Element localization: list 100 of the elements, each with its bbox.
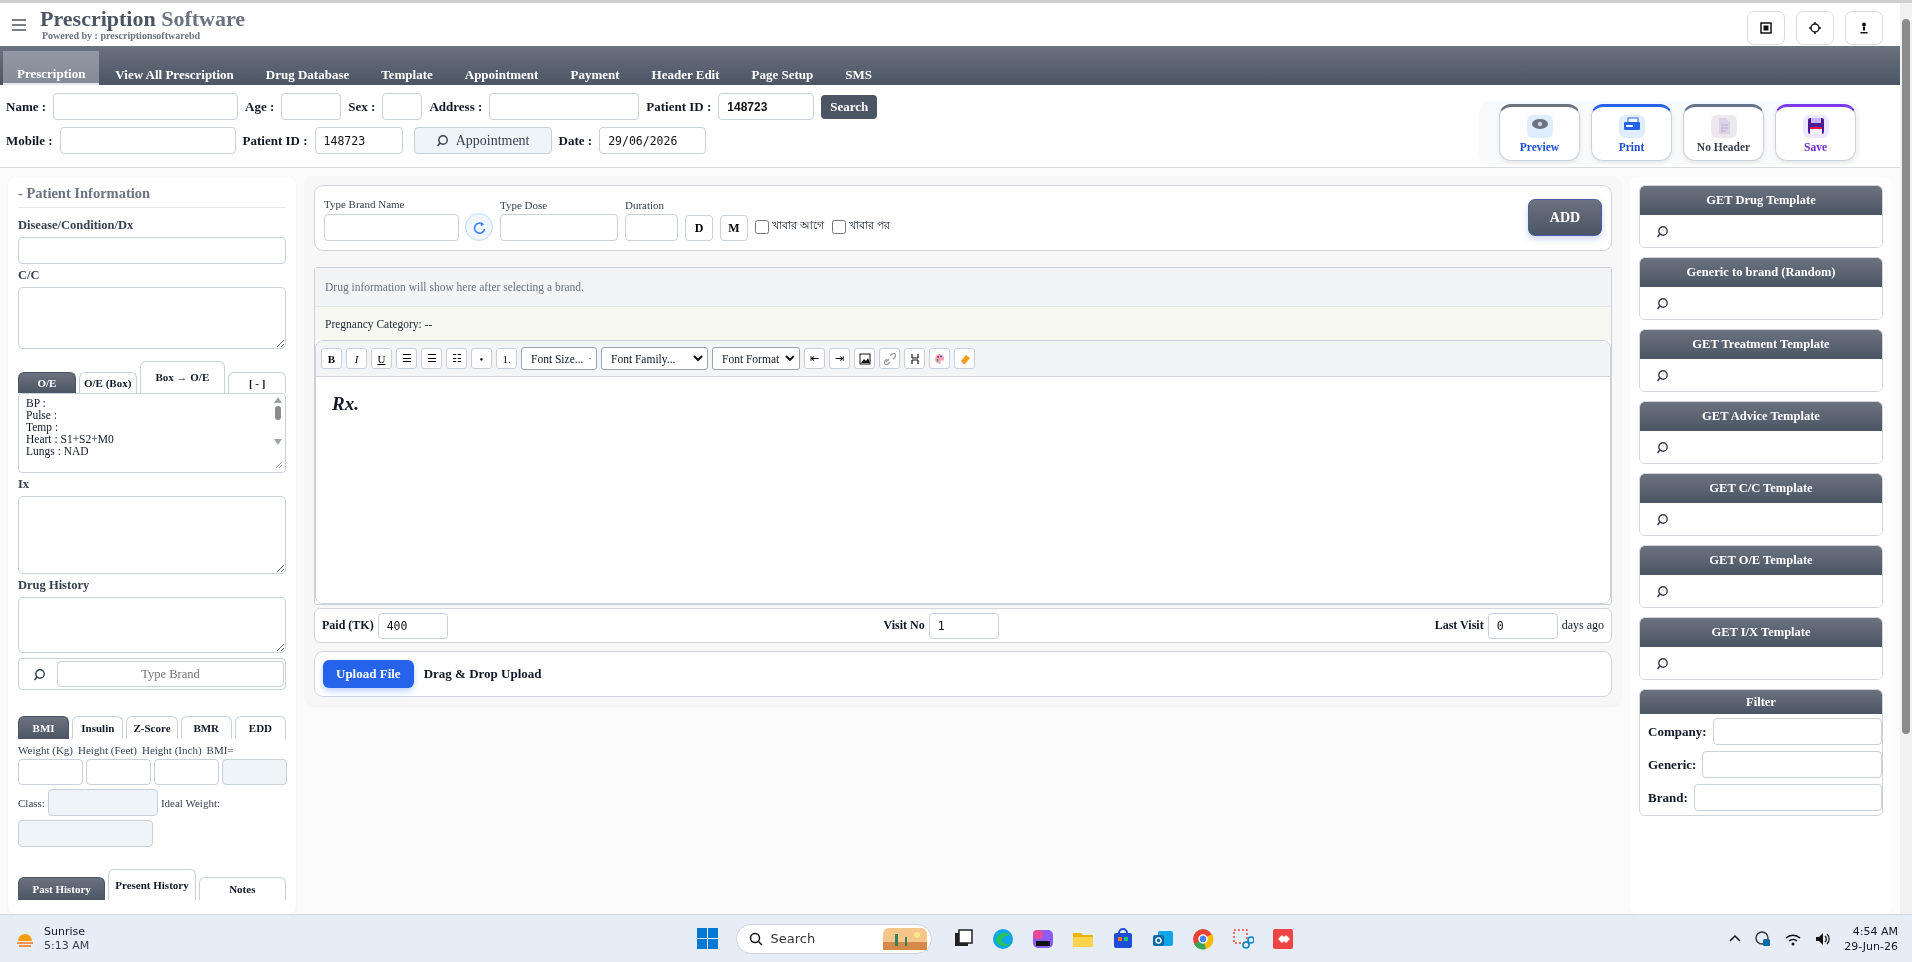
icon-button[interactable] xyxy=(1796,10,1834,45)
filter-field[interactable] xyxy=(1693,784,1882,811)
number-field[interactable] xyxy=(222,759,287,785)
sex-field[interactable] xyxy=(382,93,423,120)
nav-tab[interactable]: Drug Database xyxy=(249,66,366,85)
scrollbar[interactable] xyxy=(1900,3,1912,914)
unit-button[interactable]: M xyxy=(720,215,748,241)
number-field[interactable] xyxy=(154,759,219,785)
template-header[interactable]: GET Drug Template xyxy=(1640,186,1882,215)
filter-field[interactable] xyxy=(1702,751,1882,778)
complaint-field[interactable] xyxy=(18,287,286,349)
action-button[interactable]: Preview xyxy=(1499,104,1580,161)
checkbox[interactable] xyxy=(755,219,769,234)
toolbar-button[interactable]: • xyxy=(471,348,492,369)
dropdown[interactable]: Font Size... xyxy=(521,347,597,370)
action-button[interactable]: No Header xyxy=(1683,104,1764,161)
template-header[interactable]: GET I/X Template xyxy=(1640,618,1882,647)
brand-name-field[interactable] xyxy=(324,213,459,241)
field-label: Drug History xyxy=(18,578,91,593)
powered-by-text: Powered by : prescriptionsoftwarebd xyxy=(42,30,202,41)
tab[interactable]: Insulin xyxy=(72,716,124,739)
date-field[interactable]: 29/06/2026 xyxy=(599,127,707,154)
exam-notes-field[interactable]: BP : Pulse : Temp : Heart : S1+S2+M0 Lungs : NAD xyxy=(18,393,286,473)
checkbox-label: খাবার আগে xyxy=(772,218,825,234)
refresh-button[interactable] xyxy=(465,213,493,241)
link-icon xyxy=(883,352,896,365)
tab[interactable]: O/E xyxy=(18,372,76,393)
drug-history-field[interactable] xyxy=(18,597,286,653)
tab[interactable]: BMR xyxy=(180,716,232,739)
bold-button[interactable]: B xyxy=(321,348,342,369)
action-button[interactable]: Save xyxy=(1775,104,1856,161)
nav-tab[interactable]: Appointment xyxy=(448,66,555,85)
nav-tab[interactable]: View All Prescription xyxy=(99,66,250,85)
tab[interactable]: [ - ] xyxy=(228,372,286,393)
number-field[interactable]: 1 xyxy=(928,612,999,639)
field-label: Visit No xyxy=(883,618,925,633)
toolbar-button[interactable]: ☰ xyxy=(396,348,417,369)
underline-button[interactable]: U xyxy=(371,348,392,369)
tab[interactable]: Present History xyxy=(108,869,196,900)
template-header[interactable]: GET C/C Template xyxy=(1640,474,1882,503)
ideal-weight-field[interactable] xyxy=(18,820,153,847)
class-field[interactable] xyxy=(47,789,158,816)
name-field[interactable] xyxy=(53,93,239,120)
template-header[interactable]: Generic to brand (Random) xyxy=(1640,258,1882,287)
template-header[interactable]: GET O/E Template xyxy=(1640,546,1882,575)
toolbar-button[interactable]: ⇥ xyxy=(829,348,850,369)
toolbar-button[interactable] xyxy=(854,348,875,369)
template-header[interactable]: GET Advice Template xyxy=(1640,402,1882,431)
field-label: Ideal Weight: xyxy=(160,796,220,809)
tab[interactable]: EDD xyxy=(234,716,286,739)
search-icon xyxy=(1656,584,1668,598)
tab[interactable]: Past History xyxy=(18,877,106,900)
toolbar-button[interactable]: ☷ xyxy=(446,348,467,369)
pregnancy-category-text: Pregnancy Category: -- xyxy=(315,307,1611,340)
tab[interactable]: Notes xyxy=(198,877,286,900)
tab[interactable]: O/E (Box) xyxy=(78,372,137,393)
taskbar-search[interactable]: Search xyxy=(735,923,932,954)
add-button[interactable]: ADD xyxy=(1528,199,1602,236)
search-button[interactable]: Search xyxy=(821,94,878,119)
tab[interactable]: Box → O/E xyxy=(139,361,226,393)
nav-tab[interactable]: Template xyxy=(365,66,449,85)
number-field[interactable]: 0 xyxy=(1487,612,1558,639)
chain-icon xyxy=(908,352,921,365)
duration-field[interactable] xyxy=(625,214,678,241)
checkbox[interactable] xyxy=(831,219,846,234)
search-icon xyxy=(1656,440,1668,454)
toolbar-button[interactable]: ☰ xyxy=(421,348,442,369)
dropdown[interactable]: Font Family... xyxy=(601,347,708,370)
brand-field[interactable]: Type Brand xyxy=(57,661,284,687)
dose-field[interactable] xyxy=(500,214,618,241)
patient-id-field[interactable]: 148723 xyxy=(314,127,403,154)
appointment-button[interactable]: Appointment xyxy=(413,127,552,154)
nav-tab[interactable]: Header Edit xyxy=(635,66,736,85)
diagnosis-field[interactable] xyxy=(18,237,286,264)
number-field[interactable] xyxy=(86,759,151,785)
toolbar-button[interactable]: ⇤ xyxy=(804,348,825,369)
field-label: Type Brand Name xyxy=(324,198,406,210)
tab[interactable]: BMI xyxy=(18,716,70,739)
number-field[interactable]: 400 xyxy=(377,612,448,639)
toolbar-button[interactable]: 1. xyxy=(496,348,517,369)
patient-id-field[interactable]: 148723 xyxy=(718,93,815,120)
upload-button[interactable]: Upload File xyxy=(323,660,414,688)
unit-button[interactable]: D xyxy=(685,215,713,241)
filter-field[interactable] xyxy=(1712,718,1882,745)
nav-tab[interactable]: SMS xyxy=(829,66,889,85)
dropdown[interactable]: Font Format xyxy=(712,347,800,370)
age-field[interactable] xyxy=(281,93,342,120)
nav-tab[interactable]: Payment xyxy=(554,66,636,85)
investigation-field[interactable] xyxy=(18,496,286,574)
number-field[interactable] xyxy=(18,759,83,785)
speaker-icon xyxy=(1815,931,1831,946)
mobile-field[interactable] xyxy=(59,127,236,154)
tab[interactable]: Z-Score xyxy=(126,716,178,739)
address-field[interactable] xyxy=(489,93,640,120)
template-header[interactable]: GET Treatment Template xyxy=(1640,330,1882,359)
field-label: Class: xyxy=(18,796,45,809)
action-button[interactable]: Print xyxy=(1591,104,1672,161)
nav-tab[interactable]: Page Setup xyxy=(735,66,830,85)
icon-button[interactable] xyxy=(1747,10,1785,45)
italic-button[interactable]: I xyxy=(346,348,367,369)
